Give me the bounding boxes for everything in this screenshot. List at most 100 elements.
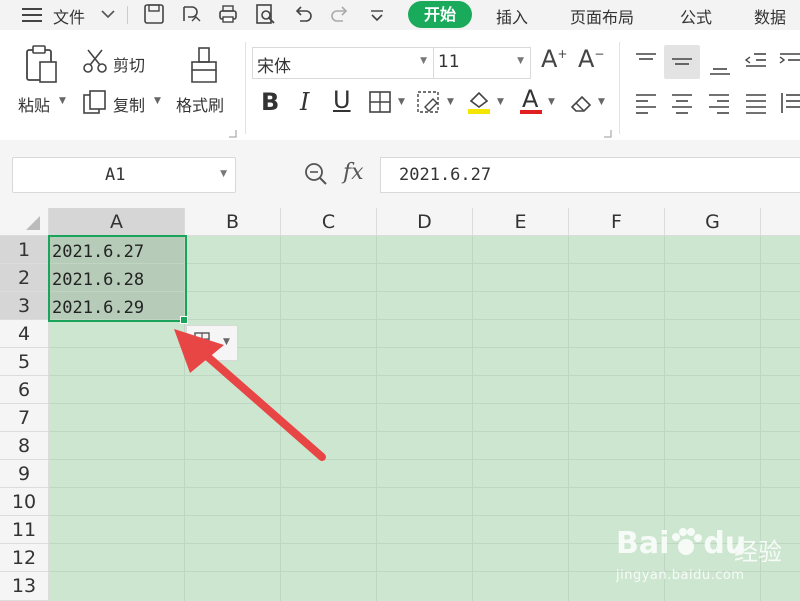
- borders-dropdown-icon[interactable]: ▼: [398, 97, 405, 107]
- name-box[interactable]: A1 ▼: [12, 157, 236, 193]
- shrink-font-button[interactable]: A−: [578, 45, 604, 73]
- format-painter-icon[interactable]: [188, 46, 220, 90]
- zoom-icon[interactable]: [303, 161, 329, 191]
- align-right-icon[interactable]: [705, 89, 733, 117]
- group-divider: [245, 42, 246, 134]
- column-header-b[interactable]: B: [185, 208, 281, 236]
- shrink-font-icon: A: [578, 45, 595, 73]
- name-box-value: A1: [105, 165, 126, 185]
- save-icon[interactable]: [143, 3, 165, 25]
- grow-font-button[interactable]: A+: [541, 45, 567, 73]
- annotation-arrow: [174, 329, 326, 461]
- jingyan-label: 经验: [734, 538, 782, 566]
- italic-button[interactable]: I: [300, 88, 309, 116]
- highlight-dropdown-icon[interactable]: ▼: [497, 97, 504, 107]
- paw-icon: [669, 527, 703, 555]
- hamburger-menu-icon[interactable]: [22, 6, 44, 24]
- font-name-value: 宋体: [257, 57, 291, 77]
- decrease-indent-icon[interactable]: [742, 48, 770, 76]
- grow-font-icon: A: [541, 45, 558, 73]
- copy-dropdown-icon[interactable]: ▼: [154, 96, 161, 106]
- tab-insert[interactable]: 插入: [496, 4, 528, 28]
- customize-toolbar-icon[interactable]: [369, 8, 385, 27]
- font-color-dropdown-icon[interactable]: ▼: [548, 97, 555, 107]
- column-header-f[interactable]: F: [569, 208, 665, 236]
- tab-data[interactable]: 数据: [754, 4, 786, 28]
- scissors-icon[interactable]: [82, 48, 108, 78]
- font-color-bar: [520, 110, 542, 114]
- chevron-down-icon[interactable]: [100, 6, 116, 26]
- font-color-icon: A: [522, 85, 539, 113]
- column-header-d[interactable]: D: [377, 208, 473, 236]
- chevron-down-icon: ▼: [517, 56, 524, 66]
- chevron-down-icon[interactable]: ▼: [220, 169, 227, 179]
- align-left-icon[interactable]: [632, 89, 660, 117]
- file-menu[interactable]: 文件: [53, 4, 85, 28]
- grid-line: [49, 487, 800, 488]
- copy-icon[interactable]: [82, 89, 108, 119]
- fill-pattern-icon[interactable]: [415, 89, 443, 117]
- row-header-6[interactable]: 6: [0, 376, 49, 404]
- row-header-5[interactable]: 5: [0, 348, 49, 376]
- formula-value: 2021.6.27: [399, 165, 492, 185]
- distributed-align-icon[interactable]: [778, 89, 800, 117]
- font-name-select[interactable]: 宋体 ▼: [252, 47, 434, 79]
- formula-input[interactable]: 2021.6.27: [380, 157, 800, 193]
- redo-icon[interactable]: [329, 3, 351, 25]
- paste-icon[interactable]: [22, 44, 62, 90]
- row-header-4[interactable]: 4: [0, 320, 49, 348]
- clear-format-dropdown-icon[interactable]: ▼: [598, 97, 605, 107]
- font-size-select[interactable]: 11 ▼: [433, 47, 531, 79]
- cut-button[interactable]: 剪切: [113, 52, 145, 76]
- increase-indent-icon[interactable]: [776, 48, 800, 76]
- chevron-down-icon: ▼: [420, 56, 427, 66]
- paste-dropdown-icon[interactable]: ▼: [59, 96, 66, 106]
- group-divider: [619, 42, 620, 134]
- paste-button[interactable]: 粘贴: [18, 92, 50, 116]
- row-header-12[interactable]: 12: [0, 544, 49, 572]
- divider: [127, 6, 128, 24]
- row-header-11[interactable]: 11: [0, 516, 49, 544]
- font-color-button[interactable]: A: [520, 85, 544, 115]
- baidu-jingyan-watermark: Bai du 经验 jingyan.baidu.com: [612, 512, 792, 592]
- align-center-icon[interactable]: [668, 89, 696, 117]
- row-header-2[interactable]: 2: [0, 264, 49, 292]
- row-header-10[interactable]: 10: [0, 488, 49, 516]
- column-header-h[interactable]: [761, 208, 800, 236]
- print-icon[interactable]: [217, 3, 239, 25]
- watermark-url: jingyan.baidu.com: [616, 568, 745, 583]
- undo-icon[interactable]: [292, 3, 314, 25]
- tab-formulas[interactable]: 公式: [680, 4, 712, 28]
- row-header-9[interactable]: 9: [0, 460, 49, 488]
- font-size-value: 11: [438, 52, 460, 72]
- align-bottom-icon[interactable]: [706, 52, 734, 80]
- borders-icon[interactable]: [367, 89, 395, 117]
- bold-button[interactable]: B: [261, 88, 279, 116]
- insert-function-button[interactable]: fx: [343, 160, 364, 185]
- highlight-color-icon[interactable]: [465, 87, 493, 115]
- fill-pattern-dropdown-icon[interactable]: ▼: [447, 97, 454, 107]
- select-all-corner[interactable]: [0, 208, 49, 236]
- column-header-a[interactable]: A: [49, 208, 185, 236]
- column-header-e[interactable]: E: [473, 208, 569, 236]
- print-preview-icon[interactable]: [254, 3, 276, 25]
- row-header-7[interactable]: 7: [0, 404, 49, 432]
- justify-icon[interactable]: [742, 89, 770, 117]
- column-header-g[interactable]: G: [665, 208, 761, 236]
- row-header-8[interactable]: 8: [0, 432, 49, 460]
- format-painter-button[interactable]: 格式刷: [176, 92, 224, 116]
- column-header-c[interactable]: C: [281, 208, 377, 236]
- row-header-1[interactable]: 1: [0, 236, 49, 264]
- baidu-logo-text: Bai du: [616, 526, 747, 561]
- export-icon[interactable]: [180, 3, 202, 25]
- row-header-3[interactable]: 3: [0, 292, 49, 320]
- tab-home[interactable]: 开始: [408, 1, 472, 28]
- tab-page-layout[interactable]: 页面布局: [570, 4, 634, 28]
- copy-button[interactable]: 复制: [113, 92, 145, 116]
- clear-format-icon[interactable]: [568, 89, 596, 117]
- align-middle-icon[interactable]: [664, 45, 700, 79]
- selection-border: [48, 235, 187, 322]
- underline-button[interactable]: U: [333, 86, 351, 114]
- row-header-13[interactable]: 13: [0, 572, 49, 601]
- align-top-icon[interactable]: [632, 48, 660, 76]
